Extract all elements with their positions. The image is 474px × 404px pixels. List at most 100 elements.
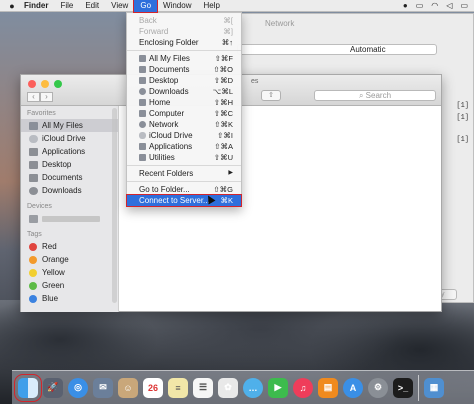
- menu-window[interactable]: Window: [157, 0, 197, 12]
- menu-item-label: Network: [149, 120, 179, 129]
- documents-icon: [139, 66, 146, 73]
- menu-finder[interactable]: Finder: [18, 0, 54, 12]
- menu-item-network[interactable]: Network ⇧⌘K: [127, 119, 241, 130]
- launchpad-dock-icon[interactable]: 🚀: [43, 377, 63, 398]
- menu-item-applications[interactable]: Applications ⇧⌘A: [127, 141, 241, 152]
- desktop-icon: [139, 77, 146, 84]
- tag-label: Orange: [42, 255, 69, 264]
- sidebar-tag-green[interactable]: Green: [21, 279, 118, 292]
- reminders-dock-icon[interactable]: ☰: [193, 377, 213, 398]
- device-name-redacted: [42, 215, 100, 222]
- sidebar-item-all-my-files[interactable]: All My Files: [21, 119, 118, 132]
- menu-item-shortcut: ⇧⌘F: [214, 54, 233, 63]
- menu-item-label: Downloads: [149, 87, 189, 96]
- search-input[interactable]: ⌕ Search: [314, 90, 436, 101]
- red-tag-icon: [29, 242, 37, 251]
- menu-item-forward[interactable]: Forward ⌘]: [127, 26, 241, 37]
- minimize-icon[interactable]: [41, 80, 49, 88]
- record-icon[interactable]: ●: [403, 1, 408, 10]
- green-tag-icon: [29, 281, 37, 290]
- side-code-line: [1]: [456, 102, 469, 110]
- menu-separator: [127, 165, 241, 166]
- wifi-icon[interactable]: ◠: [431, 1, 438, 10]
- share-button[interactable]: ⇧: [261, 90, 281, 101]
- system-preferences-dock-icon[interactable]: ⚙: [368, 377, 388, 398]
- menu-view[interactable]: View: [105, 0, 134, 12]
- airplay-icon[interactable]: ▭: [416, 1, 424, 10]
- menu-item-documents[interactable]: Documents ⇧⌘O: [127, 64, 241, 75]
- menu-item-label: Utilities: [149, 153, 175, 162]
- sidebar-item-icloud-drive[interactable]: iCloud Drive: [21, 132, 118, 145]
- photos-dock-icon[interactable]: ✿: [218, 377, 238, 398]
- menu-item-go-to-folder[interactable]: Go to Folder... ⇧⌘G: [127, 184, 241, 195]
- downloads-icon: [139, 88, 146, 95]
- menu-item-desktop[interactable]: Desktop ⇧⌘D: [127, 75, 241, 86]
- menu-item-label: iCloud Drive: [149, 131, 193, 140]
- menu-item-shortcut: ⇧⌘I: [217, 131, 233, 140]
- menu-item-icloud-drive[interactable]: iCloud Drive ⇧⌘I: [127, 130, 241, 141]
- sidebar-item-applications[interactable]: Applications: [21, 145, 118, 158]
- forward-icon[interactable]: ›: [40, 92, 53, 102]
- sidebar-tag-blue[interactable]: Blue: [21, 292, 118, 305]
- menu-bar: ● Finder File Edit View Go Window Help ●…: [0, 0, 474, 13]
- finder-dock-icon[interactable]: [14, 373, 42, 402]
- sidebar-scrollbar[interactable]: [112, 108, 117, 303]
- menu-go[interactable]: Go: [133, 0, 159, 13]
- network-window-title: Network: [265, 19, 295, 28]
- menu-item-shortcut: ⇧⌘K: [214, 120, 233, 129]
- menu-item-downloads[interactable]: Downloads ⌥⌘L: [127, 86, 241, 97]
- menu-item-home[interactable]: Home ⇧⌘H: [127, 97, 241, 108]
- mail-dock-icon[interactable]: ✉: [93, 377, 113, 398]
- sidebar-item-desktop[interactable]: Desktop: [21, 158, 118, 171]
- side-code-line: [1]: [456, 114, 469, 122]
- facetime-dock-icon[interactable]: ▶: [268, 377, 288, 398]
- terminal-dock-icon[interactable]: >_: [393, 377, 413, 398]
- zoom-icon[interactable]: [54, 80, 62, 88]
- nav-buttons: ‹ ›: [27, 92, 53, 102]
- messages-dock-icon[interactable]: …: [243, 377, 263, 398]
- menu-edit[interactable]: Edit: [79, 0, 105, 12]
- menu-item-all-my-files[interactable]: All My Files ⇧⌘F: [127, 53, 241, 64]
- close-icon[interactable]: [28, 80, 36, 88]
- safari-dock-icon[interactable]: ◎: [68, 377, 88, 398]
- sidebar-tag-yellow[interactable]: Yellow: [21, 266, 118, 279]
- location-select[interactable]: Automatic: [237, 44, 437, 55]
- cloud-icon: [29, 134, 38, 143]
- menu-item-computer[interactable]: Computer ⇧⌘C: [127, 108, 241, 119]
- contacts-dock-icon[interactable]: ☺: [118, 377, 138, 398]
- menu-item-shortcut: ⇧⌘H: [213, 98, 233, 107]
- sidebar-item-device[interactable]: [21, 212, 118, 225]
- sidebar-item-downloads[interactable]: Downloads: [21, 184, 118, 197]
- menu-separator: [127, 181, 241, 182]
- menu-item-connect-to-server[interactable]: Connect to Server... ⌘K: [126, 194, 242, 207]
- menu-item-label: Documents: [149, 65, 190, 74]
- menu-help[interactable]: Help: [197, 0, 225, 12]
- utilities-icon: [139, 154, 146, 161]
- ibooks-dock-icon[interactable]: ▤: [318, 377, 338, 398]
- desktop-icon: [29, 160, 38, 169]
- menu-item-label: Home: [149, 98, 171, 107]
- calendar-dock-icon[interactable]: 26: [143, 377, 163, 398]
- menu-item-utilities[interactable]: Utilities ⇧⌘U: [127, 152, 241, 163]
- menu-item-shortcut: ⌥⌘L: [212, 87, 233, 96]
- notes-dock-icon[interactable]: ≡: [168, 377, 188, 398]
- sidebar-item-label: Downloads: [42, 186, 82, 195]
- downloads-stack-dock-icon[interactable]: ▦: [424, 377, 444, 398]
- menu-item-recent-folders[interactable]: Recent Folders ▶: [127, 168, 241, 179]
- itunes-dock-icon[interactable]: ♫: [293, 377, 313, 398]
- back-icon[interactable]: ‹: [27, 92, 40, 102]
- apple-menu-icon[interactable]: ●: [6, 1, 18, 11]
- sidebar-item-documents[interactable]: Documents: [21, 171, 118, 184]
- menu-item-enclosing-folder[interactable]: Enclosing Folder ⌘↑: [127, 37, 241, 48]
- menu-item-label: Applications: [149, 142, 193, 151]
- menu-item-shortcut: ⌘K: [220, 196, 233, 205]
- tag-label: Green: [42, 281, 65, 290]
- menu-item-back[interactable]: Back ⌘[: [127, 15, 241, 26]
- sidebar-tag-red[interactable]: Red: [21, 240, 118, 253]
- volume-icon[interactable]: ◁: [446, 1, 452, 10]
- battery-icon[interactable]: ▭: [460, 1, 468, 10]
- sidebar-item-label: Applications: [42, 147, 86, 156]
- app-store-dock-icon[interactable]: A: [343, 377, 363, 398]
- sidebar-tag-orange[interactable]: Orange: [21, 253, 118, 266]
- menu-file[interactable]: File: [54, 0, 79, 12]
